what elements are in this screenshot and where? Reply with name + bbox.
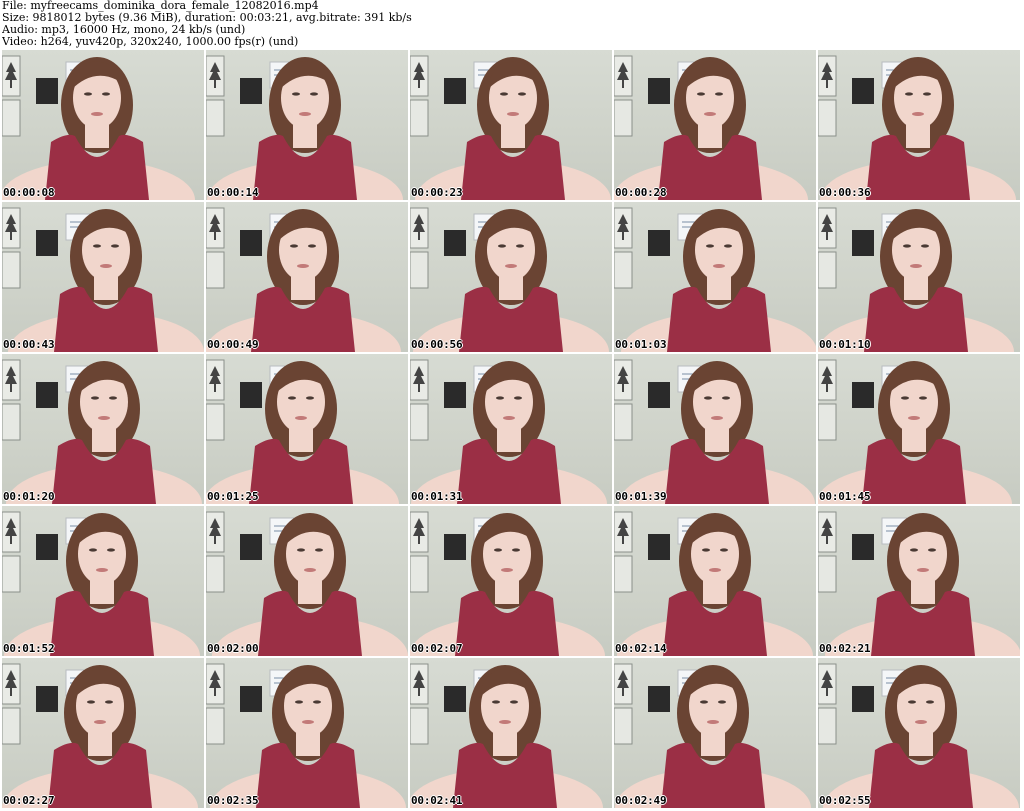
video-thumbnail: 00:02:14 [614,506,816,656]
timestamp-label: 00:00:56 [411,338,463,351]
file-name: File: myfreecams_dominika_dora_female_12… [2,0,319,12]
frame-image [2,663,198,808]
timestamp-label: 00:01:52 [3,642,55,655]
timestamp-label: 00:02:21 [819,642,871,655]
video-thumbnail: 00:01:31 [410,354,612,504]
timestamp-label: 00:01:45 [819,490,871,503]
timestamp-label: 00:00:43 [3,338,55,351]
file-size: Size: 9818012 bytes (9.36 MiB), duration… [2,12,412,24]
video-thumbnail: 00:02:21 [818,506,1020,656]
timestamp-label: 00:02:07 [411,642,463,655]
frame-image [614,663,811,808]
video-thumbnail: 00:02:27 [2,658,204,808]
frame-image [614,511,813,656]
video-info: Video: h264, yuv420p, 320x240, 1000.00 f… [2,36,299,48]
video-thumbnail: 00:01:20 [2,354,204,504]
video-thumbnail: 00:00:23 [410,50,612,200]
frame-image [410,55,611,200]
frame-image [206,663,406,808]
frame-image [818,663,1019,808]
timestamp-label: 00:02:27 [3,794,55,807]
timestamp-label: 00:02:55 [819,794,871,807]
frame-image [614,207,816,352]
video-thumbnail: 00:00:43 [2,202,204,352]
video-thumbnail: 00:00:28 [614,50,816,200]
timestamp-label: 00:02:49 [615,794,667,807]
thumbnail-grid: 00:00:08 00:00:14 00:00:23 00:00:28 00:00:36… [2,50,1022,808]
video-thumbnail: 00:01:10 [818,202,1020,352]
video-thumbnail: 00:02:35 [206,658,408,808]
timestamp-label: 00:01:39 [615,490,667,503]
timestamp-label: 00:00:23 [411,186,463,199]
frame-image [2,55,195,200]
frame-image [410,359,607,504]
timestamp-label: 00:01:25 [207,490,259,503]
video-thumbnail: 00:02:00 [206,506,408,656]
timestamp-label: 00:00:08 [3,186,55,199]
video-thumbnail: 00:02:07 [410,506,612,656]
video-thumbnail: 00:02:41 [410,658,612,808]
frame-image [818,207,1014,352]
video-thumbnail: 00:01:25 [206,354,408,504]
audio-info: Audio: mp3, 16000 Hz, mono, 24 kb/s (und… [2,24,246,36]
video-thumbnail: 00:00:36 [818,50,1020,200]
video-thumbnail: 00:00:49 [206,202,408,352]
timestamp-label: 00:02:00 [207,642,259,655]
frame-image [2,511,200,656]
frame-image [410,207,609,352]
frame-image [2,207,204,352]
frame-image [206,55,403,200]
frame-image [614,359,815,504]
frame-image [818,511,1020,656]
video-thumbnail: 00:00:56 [410,202,612,352]
timestamp-label: 00:02:14 [615,642,667,655]
frame-image [206,359,399,504]
frame-image [410,511,605,656]
frame-image [206,511,408,656]
video-thumbnail: 00:00:14 [206,50,408,200]
timestamp-label: 00:02:35 [207,794,259,807]
video-thumbnail: 00:02:55 [818,658,1020,808]
video-thumbnail: 00:02:49 [614,658,816,808]
video-thumbnail: 00:00:08 [2,50,204,200]
video-thumbnail: 00:01:52 [2,506,204,656]
timestamp-label: 00:01:20 [3,490,55,503]
file-info-header: File: myfreecams_dominika_dora_female_12… [2,0,1020,48]
timestamp-label: 00:01:10 [819,338,871,351]
frame-image [206,207,401,352]
timestamp-label: 00:00:49 [207,338,259,351]
timestamp-label: 00:00:14 [207,186,259,199]
frame-image [410,663,603,808]
timestamp-label: 00:00:28 [615,186,667,199]
timestamp-label: 00:02:41 [411,794,463,807]
frame-image [818,359,1012,504]
timestamp-label: 00:01:03 [615,338,667,351]
timestamp-label: 00:00:36 [819,186,871,199]
video-thumbnail: 00:01:45 [818,354,1020,504]
frame-image [2,359,202,504]
video-thumbnail: 00:01:39 [614,354,816,504]
frame-image [818,55,1016,200]
video-thumbnail: 00:01:03 [614,202,816,352]
frame-image [614,55,808,200]
timestamp-label: 00:01:31 [411,490,463,503]
